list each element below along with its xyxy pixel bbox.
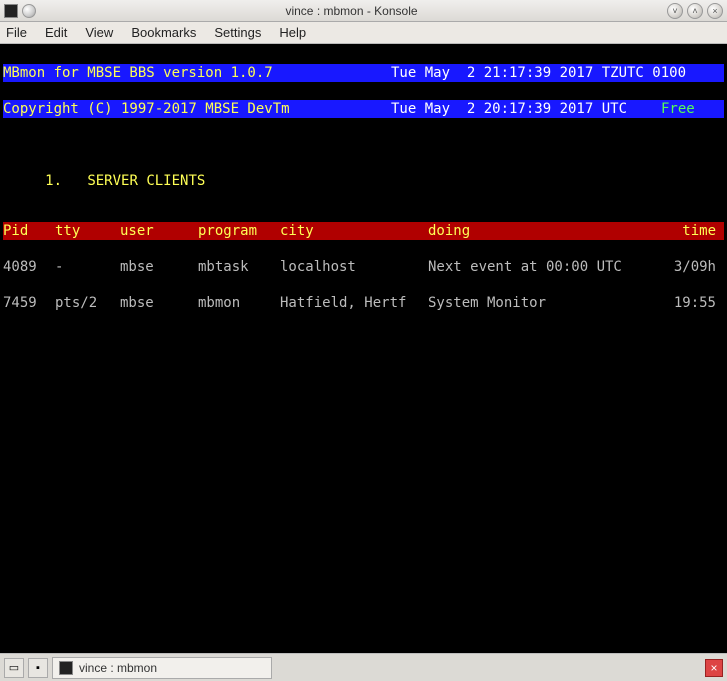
banner-datetime-local: Tue May 2 21:17:39 2017 TZUTC 0100 [391,64,686,82]
minimize-icon[interactable]: ˅ [667,3,683,19]
banner-datetime-utc: Tue May 2 20:17:39 2017 UTC [391,100,661,118]
section-title: 1. SERVER CLIENTS [3,172,724,190]
cell-tty: - [55,258,120,276]
table-row: 4089-mbsembtasklocalhostNext event at 00… [3,258,724,276]
cell-program: mbmon [198,294,280,312]
section-name: SERVER CLIENTS [87,173,205,189]
table-header: Pidttyuserprogramcitydoingtime [3,222,724,240]
task-label: vince : mbmon [79,661,157,675]
banner-version: MBmon for MBSE BBS version 1.0.7 [3,64,391,82]
banner-copyright: Copyright (C) 1997-2017 MBSE DevTm [3,100,391,118]
menu-view[interactable]: View [85,25,113,40]
banner-free: Free [661,100,695,118]
cell-city: localhost [280,258,428,276]
cell-user: mbse [120,294,198,312]
cell-pid: 7459 [3,294,55,312]
menu-help[interactable]: Help [279,25,306,40]
tray-terminal-icon[interactable]: ▪ [28,658,48,678]
cell-pid: 4089 [3,258,55,276]
close-icon[interactable]: × [707,3,723,19]
col-doing: doing [428,222,668,240]
cell-doing: Next event at 00:00 UTC [428,258,668,276]
menu-bookmarks[interactable]: Bookmarks [131,25,196,40]
maximize-icon[interactable]: ˄ [687,3,703,19]
banner-line1: MBmon for MBSE BBS version 1.0.7Tue May … [3,64,724,82]
cell-program: mbtask [198,258,280,276]
cell-time: 3/09h [668,258,716,276]
col-city: city [280,222,428,240]
col-program: program [198,222,280,240]
task-terminal-icon [59,661,73,675]
menu-edit[interactable]: Edit [45,25,67,40]
cell-time: 19:55 [668,294,716,312]
desktop-switcher-icon[interactable]: ▭ [4,658,24,678]
section-number: 1. [45,173,62,189]
table-row: 7459pts/2mbsembmonHatfield, HertfSystem … [3,294,724,312]
window-titlebar: vince : mbmon - Konsole ˅ ˄ × [0,0,727,22]
taskbar: ▭ ▪ vince : mbmon × [0,653,727,681]
banner-line2: Copyright (C) 1997-2017 MBSE DevTmTue Ma… [3,100,724,118]
terminal-area[interactable]: MBmon for MBSE BBS version 1.0.7Tue May … [0,44,727,653]
col-time: time [668,222,716,240]
system-menu-icon[interactable] [22,4,36,18]
cell-user: mbse [120,258,198,276]
col-user: user [120,222,198,240]
menu-settings[interactable]: Settings [214,25,261,40]
menu-bar: File Edit View Bookmarks Settings Help [0,22,727,44]
window-buttons: ˅ ˄ × [667,3,723,19]
app-icon [4,4,18,18]
menu-file[interactable]: File [6,25,27,40]
col-tty: tty [55,222,120,240]
cell-tty: pts/2 [55,294,120,312]
cell-doing: System Monitor [428,294,668,312]
cell-city: Hatfield, Hertf [280,294,428,312]
window-title: vince : mbmon - Konsole [40,4,663,18]
col-pid: Pid [3,222,55,240]
taskbar-task-button[interactable]: vince : mbmon [52,657,272,679]
taskbar-close-icon[interactable]: × [705,659,723,677]
